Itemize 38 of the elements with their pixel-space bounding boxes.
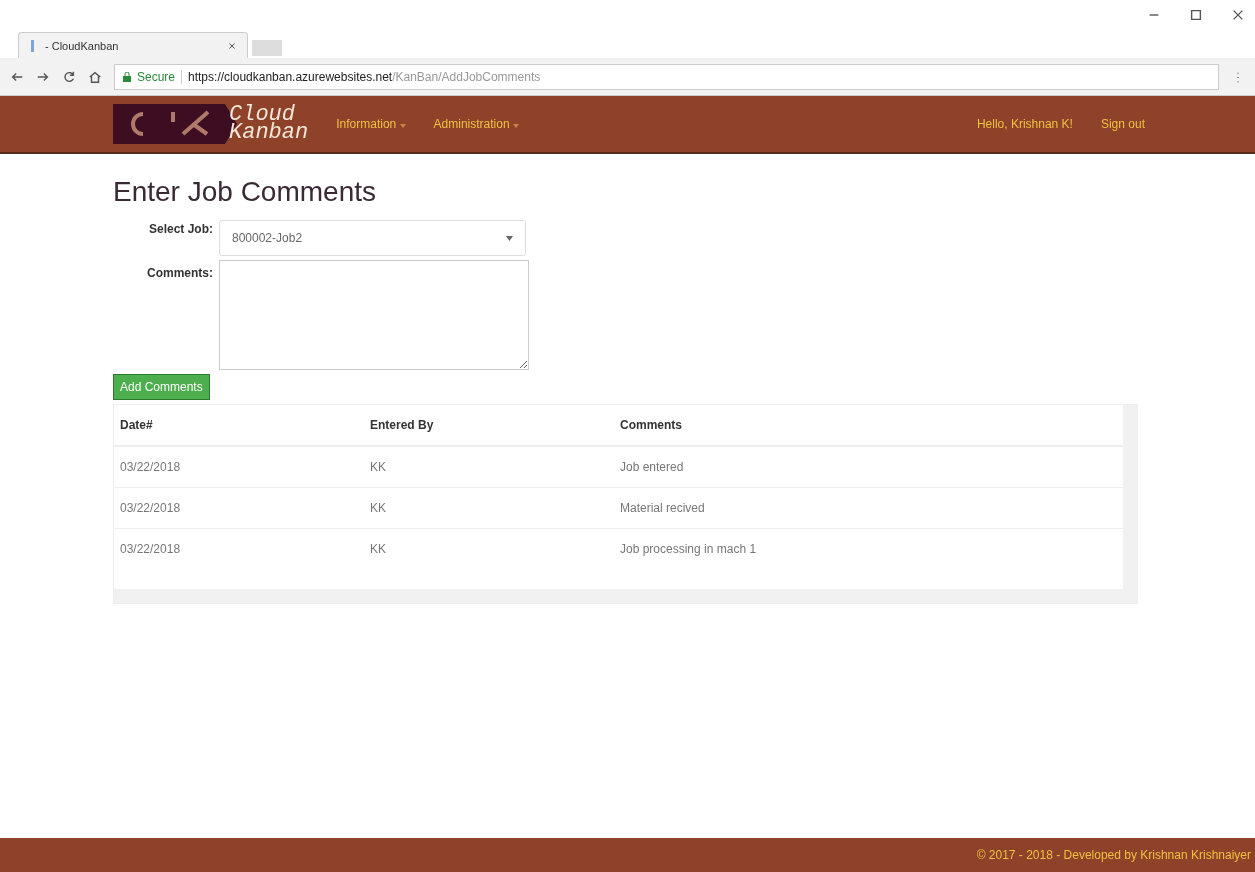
caret-icon xyxy=(399,124,406,128)
greeting-link[interactable]: Hello, Krishnan K! xyxy=(976,117,1073,131)
caret-icon xyxy=(506,235,513,241)
table-cell: 03/22/2018 xyxy=(114,446,364,488)
page-icon xyxy=(29,39,37,52)
field-label: Select Job: xyxy=(147,221,213,236)
column-header: Comments xyxy=(614,405,1123,446)
table-cell: Material recived xyxy=(614,487,1123,529)
page-title: Enter Job Comments xyxy=(113,176,377,208)
tab-title: - CloudKanban xyxy=(45,39,120,52)
address-bar[interactable]: Secure https://cloudkanban.azurewebsites.net/KanBan/AddJobComments xyxy=(114,63,1219,90)
comments-field[interactable] xyxy=(219,260,529,370)
close-icon[interactable] xyxy=(227,40,237,51)
browser-tab[interactable]: - CloudKanban xyxy=(18,32,248,58)
secure-label: Secure xyxy=(137,69,183,84)
table-cell: 03/22/2018 xyxy=(114,487,364,529)
logo-text: Cloud Kanban xyxy=(229,106,309,142)
nav-menu[interactable]: Administration xyxy=(433,117,519,131)
nav-menu[interactable]: Information xyxy=(336,117,406,131)
maximize-icon[interactable] xyxy=(1189,8,1203,22)
column-header: Entered By xyxy=(364,405,614,446)
close-icon[interactable] xyxy=(1231,8,1245,22)
table-cell: Job processing in mach 1 xyxy=(614,528,1123,569)
add-comments-button[interactable]: Add Comments xyxy=(113,374,210,400)
reload-icon[interactable] xyxy=(62,69,76,84)
footer-text: © 2017 - 2018 - Developed by Krishnan Krishnaiyer xyxy=(976,848,1251,862)
url-text: https://cloudkanban.azurewebsites.net/KanBan/AddJobComments xyxy=(188,69,541,84)
caret-icon xyxy=(512,124,519,128)
lock-icon xyxy=(123,71,131,82)
field-label: Comments: xyxy=(146,265,213,280)
home-icon[interactable] xyxy=(88,69,102,84)
sign-out-link[interactable]: Sign out xyxy=(1100,117,1145,131)
job-select[interactable]: 800002-Job2 xyxy=(219,220,526,256)
table-cell: KK xyxy=(364,528,614,569)
table-cell: KK xyxy=(364,446,614,488)
column-header: Date# xyxy=(114,405,364,446)
table-cell: KK xyxy=(364,487,614,529)
table-cell: 03/22/2018 xyxy=(114,528,364,569)
